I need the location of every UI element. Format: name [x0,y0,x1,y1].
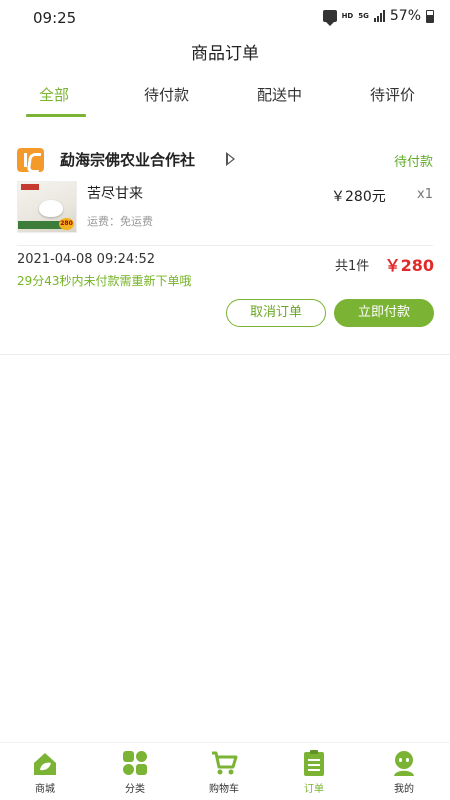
shop-logo-icon [17,148,44,172]
nav-item-cart[interactable]: 购物车 [194,749,254,795]
status-time: 09:25 [33,9,77,27]
divider [17,245,433,246]
clipboard-icon [304,750,324,776]
pay-now-button[interactable]: 立即付款 [334,299,434,327]
nav-item-category[interactable]: 分类 [105,749,165,795]
chevron-right-icon[interactable] [226,152,235,166]
nav-label-orders: 订单 [304,784,324,795]
network-hd-label: HD [341,12,354,20]
nav-item-orders[interactable]: 订单 [284,749,344,795]
order-card: 勐海宗佛农业合作社 待付款 280 苦尽甘来 运费：免运费 ￥280元 x1 2… [0,130,450,355]
nav-item-mall[interactable]: 商城 [15,749,75,795]
order-tabs: 全部 待付款 配送中 待评价 [0,84,450,118]
category-grid-icon [123,751,147,775]
shipping-info: 运费：免运费 [87,213,153,229]
product-quantity: x1 [417,187,433,202]
status-bar: 09:25 HD 5G 57% [0,0,450,34]
profile-icon [394,751,414,776]
item-count: 共1件 [335,259,370,274]
product-image-price-badge: 280 [59,218,74,230]
tab-pending-review[interactable]: 待评价 [370,84,415,105]
tab-pending-payment[interactable]: 待付款 [144,84,189,105]
nav-label-mall: 商城 [35,784,55,795]
status-indicators: HD 5G 57% [322,8,434,26]
network-5g-label: 5G [358,12,369,20]
order-total: ￥280 [384,256,434,275]
tab-all[interactable]: 全部 [39,84,69,105]
product-price: ￥280元 [331,189,386,205]
shipping-value: 免运费 [120,215,153,228]
battery-icon [426,9,434,23]
tab-in-delivery[interactable]: 配送中 [257,84,302,105]
product-name[interactable]: 苦尽甘来 [87,183,143,203]
active-tab-indicator [26,114,86,117]
shipping-label: 运费： [87,215,120,228]
shop-name[interactable]: 勐海宗佛农业合作社 [60,149,195,170]
nav-label-category: 分类 [125,784,145,795]
nav-label-cart: 购物车 [209,784,239,795]
nav-item-profile[interactable]: 我的 [374,749,434,795]
message-notification-icon [322,10,337,26]
order-created-time: 2021-04-08 09:24:52 [17,252,156,267]
cart-icon [212,751,238,775]
payment-countdown: 29分43秒内未付款需重新下单哦 [17,274,192,288]
order-status-badge: 待付款 [393,155,433,170]
home-leaf-icon [34,753,56,775]
page-title: 商品订单 [191,44,259,64]
cancel-order-button[interactable]: 取消订单 [226,299,326,327]
product-image[interactable]: 280 [17,181,77,233]
signal-strength-icon [373,10,385,22]
battery-percent: 57% [389,8,421,24]
bottom-nav: 商城 分类 购物车 订单 我的 [0,742,450,800]
nav-label-profile: 我的 [394,784,414,795]
